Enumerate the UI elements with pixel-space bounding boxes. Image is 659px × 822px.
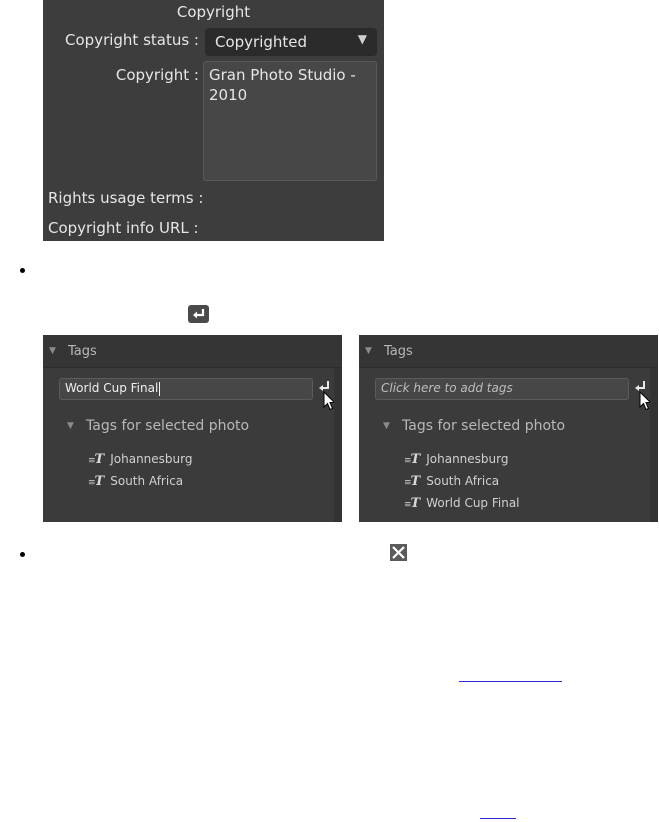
triangle-down-icon: ▼ (49, 346, 56, 356)
tags-for-selected-photo-label[interactable]: Tags for selected photo (402, 418, 565, 434)
tag-item[interactable]: ≡T South Africa (88, 474, 183, 489)
tags-panel-before: ▼ Tags World Cup Final ▼ Tags for select… (43, 335, 342, 522)
tag-item[interactable]: ≡T World Cup Final (404, 496, 520, 511)
tags-header[interactable]: ▼ Tags (43, 335, 342, 368)
tag-text-icon: ≡T (88, 474, 105, 489)
copyright-section-title: Copyright (176, 3, 251, 21)
tag-text-icon: ≡T (404, 496, 421, 511)
tag-text-icon: ≡T (88, 452, 105, 467)
tags-header[interactable]: ▼ Tags (359, 335, 658, 368)
close-icon (390, 544, 407, 561)
tags-for-selected-photo-label[interactable]: Tags for selected photo (86, 418, 249, 434)
copyright-panel: Copyright Copyright status : Copyrighted… (43, 0, 384, 241)
tag-item[interactable]: ≡T South Africa (404, 474, 499, 489)
tag-label: Johannesburg (426, 452, 509, 466)
add-tags-input-value: World Cup Final (65, 381, 159, 395)
list-bullet (20, 552, 25, 557)
triangle-down-icon: ▼ (67, 421, 74, 431)
tag-item[interactable]: ≡T Johannesburg (404, 452, 508, 467)
scrollbar[interactable] (334, 368, 342, 522)
enter-key-icon (188, 305, 209, 323)
tag-label: South Africa (426, 474, 500, 488)
add-tags-input[interactable]: World Cup Final (59, 378, 313, 400)
tag-item[interactable]: ≡T Johannesburg (88, 452, 192, 467)
copyright-status-value: Copyrighted (215, 33, 308, 51)
tag-label: World Cup Final (426, 496, 520, 510)
text-caret (159, 381, 161, 396)
tag-text-icon: ≡T (404, 474, 421, 489)
copyright-textarea[interactable]: Gran Photo Studio - 2010 (203, 61, 377, 181)
tag-text-icon: ≡T (404, 452, 421, 467)
copyright-status-label: Copyright status : (65, 31, 199, 49)
tags-panel-after: ▼ Tags Click here to add tags ▼ Tags for… (359, 335, 658, 522)
rights-usage-terms-label: Rights usage terms : (48, 189, 204, 207)
link-underline[interactable] (459, 681, 562, 682)
scrollbar[interactable] (650, 368, 658, 522)
tags-header-label: Tags (384, 344, 413, 359)
copyright-info-url-label: Copyright info URL : (48, 219, 199, 237)
triangle-down-icon: ▼ (365, 346, 372, 356)
triangle-down-icon: ▼ (383, 421, 390, 431)
add-tags-input[interactable]: Click here to add tags (375, 378, 629, 400)
tag-label: Johannesburg (110, 452, 193, 466)
link-underline[interactable] (480, 818, 516, 819)
copyright-status-dropdown[interactable]: Copyrighted ▼ (205, 28, 377, 56)
copyright-label: Copyright : (115, 66, 199, 84)
tags-header-label: Tags (68, 344, 97, 359)
list-bullet (20, 268, 25, 273)
tag-label: South Africa (110, 474, 184, 488)
triangle-down-icon: ▼ (357, 32, 367, 46)
